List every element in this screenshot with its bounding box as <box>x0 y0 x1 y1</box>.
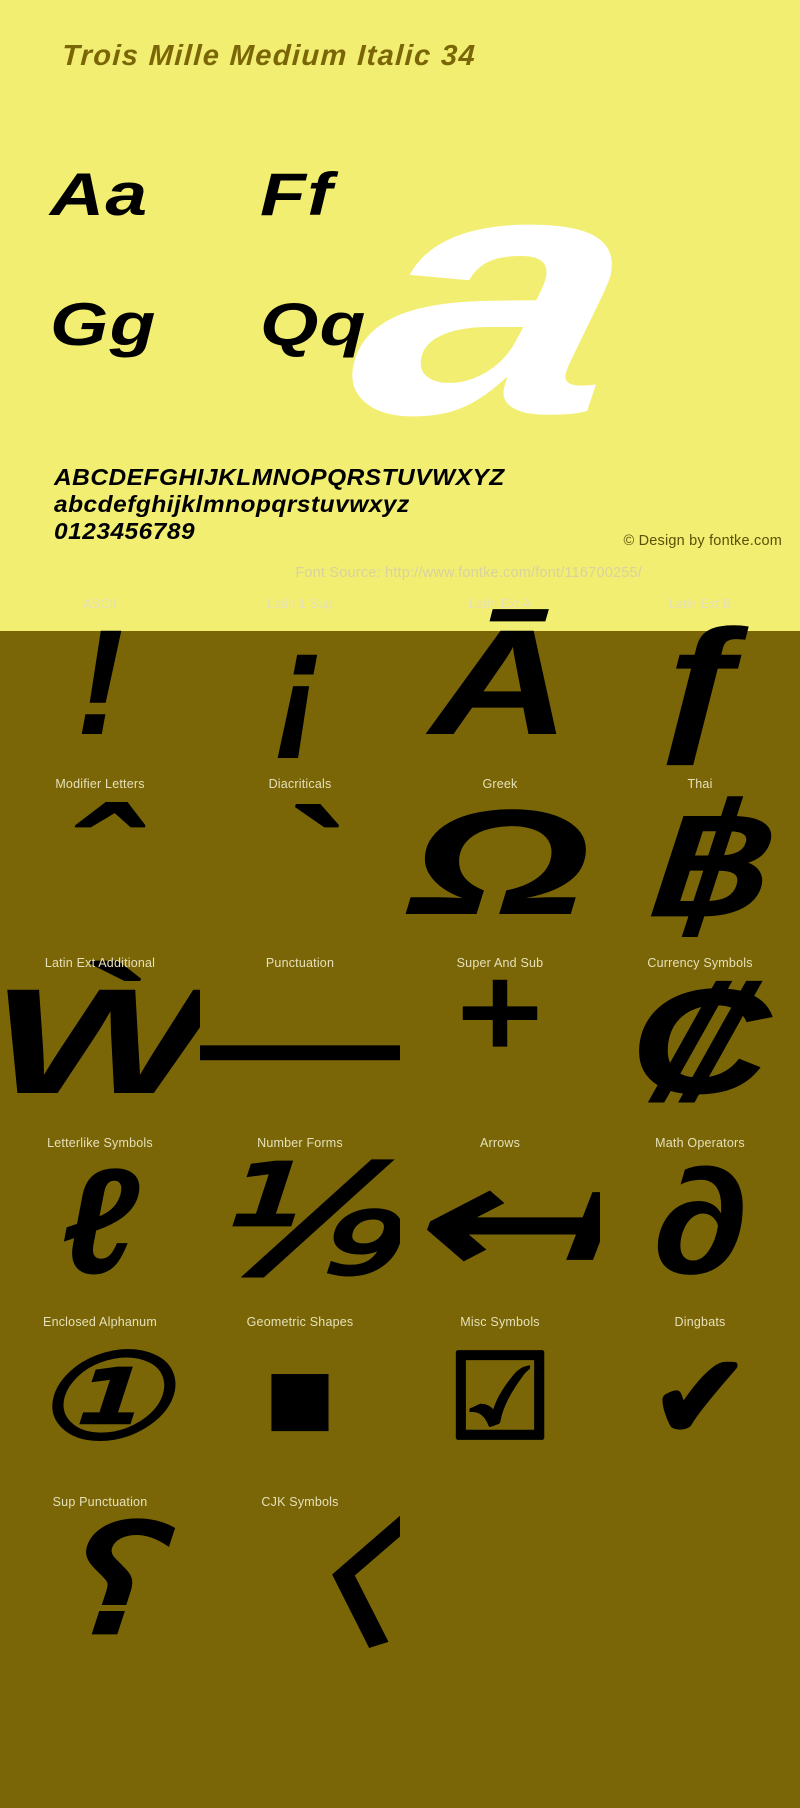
block-label: Dingbats <box>674 1315 726 1329</box>
page-title: Trois Mille Medium Italic 34 <box>61 40 478 72</box>
unicode-block-super-and-sub[interactable]: ⁺ Super And Sub <box>400 950 600 1130</box>
design-credit: © Design by fontke.com <box>623 533 782 549</box>
block-label: Math Operators <box>655 1135 745 1150</box>
block-label: Currency Symbols <box>647 956 753 970</box>
unicode-block-thai[interactable]: ฿ Thai <box>600 771 800 951</box>
unicode-block-sup-punctuation[interactable]: ⸮ Sup Punctuation <box>0 1489 200 1669</box>
glyph-omega-icon: Ω <box>409 777 591 946</box>
glyph-superscript-plus-icon: ⁺ <box>453 950 547 1130</box>
letter-pair-ff: Ff <box>260 161 334 228</box>
alphabet-uppercase: ABCDEFGHIJKLMNOPQRSTUVWXYZ <box>54 464 505 490</box>
block-label: CJK Symbols <box>261 1494 339 1509</box>
unicode-block-enclosed-alphanum[interactable]: ① Enclosed Alphanum <box>0 1309 200 1489</box>
glyph-black-square-icon: ■ <box>264 1332 336 1464</box>
glyph-partial-differential-icon: ∂ <box>651 1136 749 1305</box>
block-label: Geometric Shapes <box>246 1315 354 1329</box>
letter-pair-grid: Aa Ff Gg Qq <box>50 165 470 425</box>
unicode-block-modifier-letters[interactable]: ˆ Modifier Letters <box>0 771 200 951</box>
block-label: Latin Ext B <box>668 597 732 611</box>
glyph-leftwards-arrow-from-bar-icon: ↤ <box>402 1136 598 1305</box>
glyph-script-l-icon: ℓ <box>61 1136 139 1305</box>
unicode-block-latin-ext-b[interactable]: ƒ Latin Ext B <box>600 591 800 771</box>
block-label: Super And Sub <box>456 956 544 970</box>
glyph-florin-icon: ƒ <box>645 598 755 766</box>
unicode-block-greek[interactable]: Ω Greek <box>400 771 600 951</box>
block-label: Letterlike Symbols <box>47 1135 153 1150</box>
glyph-fraction-numerator-one-icon: ⅑ <box>205 1136 395 1305</box>
unicode-block-row: ⸮ Sup Punctuation 〈 CJK Symbols <box>0 1489 800 1669</box>
unicode-block-row: ˆ Modifier Letters ` Diacriticals Ω Gree… <box>0 771 800 951</box>
glyph-exclamation-icon: ! <box>76 598 124 766</box>
unicode-block-arrows[interactable]: ↤ Arrows <box>400 1130 600 1310</box>
alphabet-lowercase: abcdefghijklmnopqrstuvwxyz <box>54 491 410 517</box>
block-label: Arrows <box>479 1135 521 1150</box>
unicode-block-row: Ẁ Latin Ext Additional — Punctuation ⁺ S… <box>0 950 800 1130</box>
glyph-em-dash-icon: — <box>200 966 400 1116</box>
unicode-block-row: ① Enclosed Alphanum ■ Geometric Shapes ☑… <box>0 1309 800 1489</box>
unicode-block-geometric-shapes[interactable]: ■ Geometric Shapes <box>200 1309 400 1489</box>
glyph-baht-icon: ฿ <box>637 777 763 946</box>
glyph-w-grave-icon: Ẁ <box>0 957 200 1125</box>
block-label: Latin Ext A <box>469 597 531 611</box>
block-label: Number Forms <box>257 1135 343 1150</box>
unicode-block-dingbats[interactable]: ✔ Dingbats <box>600 1309 800 1489</box>
block-label: Misc Symbols <box>460 1315 540 1329</box>
block-label: Greek <box>482 776 518 791</box>
unicode-block-currency-symbols[interactable]: ₡ Currency Symbols <box>600 950 800 1130</box>
block-label: Latin Ext Additional <box>44 956 156 970</box>
glyph-colon-currency-icon: ₡ <box>629 957 771 1125</box>
font-source-link[interactable]: Font Source: http://www.fontke.com/font/… <box>0 555 800 591</box>
letter-pair-row: Aa Ff <box>50 165 470 295</box>
glyph-reversed-question-icon: ⸮ <box>48 1495 152 1664</box>
block-label: Modifier Letters <box>55 776 145 791</box>
glyph-ballot-box-with-check-icon: ☑ <box>447 1332 553 1464</box>
alphabet-digits: 0123456789 <box>54 518 196 544</box>
unicode-block-latin-1-sup[interactable]: ¡ Latin 1 Sup <box>200 591 400 771</box>
unicode-block-misc-symbols[interactable]: ☑ Misc Symbols <box>400 1309 600 1489</box>
block-label: Latin 1 Sup <box>267 597 333 611</box>
unicode-block-letterlike-symbols[interactable]: ℓ Letterlike Symbols <box>0 1130 200 1310</box>
glyph-grave-accent-icon: ` <box>267 777 333 946</box>
unicode-block-grid: ! ASCII ¡ Latin 1 Sup Ā Latin Ext A ƒ La… <box>0 591 800 1668</box>
glyph-inverted-exclamation-icon: ¡ <box>276 598 324 766</box>
alphabet-block: ABCDEFGHIJKLMNOPQRSTUVWXYZ abcdefghijklm… <box>54 464 504 545</box>
block-label: ASCII <box>83 597 117 611</box>
glyph-a-macron-icon: Ā <box>429 598 571 766</box>
block-label: Diacriticals <box>268 776 332 791</box>
glyph-heavy-check-mark-icon: ✔ <box>650 1332 750 1464</box>
unicode-block-latin-ext-additional[interactable]: Ẁ Latin Ext Additional <box>0 950 200 1130</box>
block-label: Thai <box>687 776 713 791</box>
unicode-block-row: ! ASCII ¡ Latin 1 Sup Ā Latin Ext A ƒ La… <box>0 591 800 771</box>
font-specimen-panel: a Trois Mille Medium Italic 34 Aa Ff Gg … <box>0 0 800 631</box>
letter-pair-row: Gg Qq <box>50 295 470 425</box>
unicode-block-row: ℓ Letterlike Symbols ⅑ Number Forms ↤ Ar… <box>0 1130 800 1310</box>
unicode-block-diacriticals[interactable]: ` Diacriticals <box>200 771 400 951</box>
glyph-angle-bracket-icon: 〈 <box>202 1495 398 1664</box>
block-label: Punctuation <box>265 956 335 970</box>
glyph-circled-one-icon: ① <box>31 1332 169 1464</box>
unicode-block-empty <box>600 1489 800 1669</box>
unicode-block-number-forms[interactable]: ⅑ Number Forms <box>200 1130 400 1310</box>
glyph-circumflex-icon: ˆ <box>67 777 133 946</box>
unicode-block-punctuation[interactable]: — Punctuation <box>200 950 400 1130</box>
unicode-block-math-operators[interactable]: ∂ Math Operators <box>600 1130 800 1310</box>
unicode-block-empty <box>400 1489 600 1669</box>
unicode-block-latin-ext-a[interactable]: Ā Latin Ext A <box>400 591 600 771</box>
unicode-block-cjk-symbols[interactable]: 〈 CJK Symbols <box>200 1489 400 1669</box>
block-label: Sup Punctuation <box>52 1494 148 1509</box>
block-label: Enclosed Alphanum <box>43 1315 157 1329</box>
letter-pair-qq: Qq <box>260 291 367 358</box>
unicode-block-ascii[interactable]: ! ASCII <box>0 591 200 771</box>
